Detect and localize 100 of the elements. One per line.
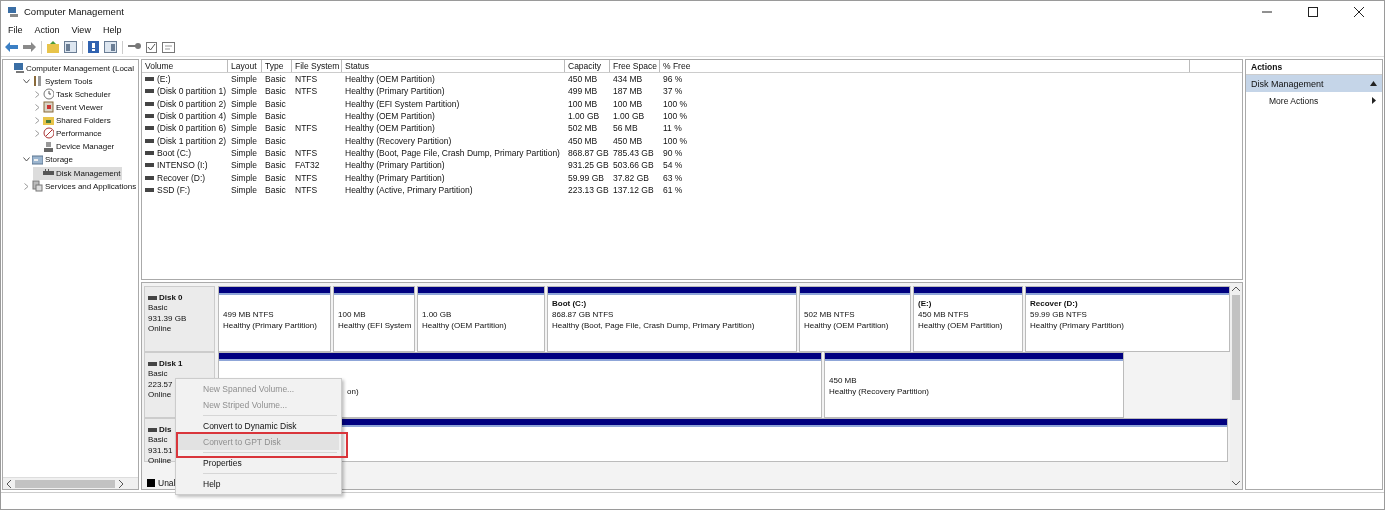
table-cell: 785.43 GB: [613, 147, 654, 158]
table-cell: Healthy (Primary Partition): [345, 86, 445, 97]
table-cell: Healthy (Primary Partition): [345, 172, 445, 183]
table-cell: Healthy (Boot, Page File, Crash Dump, Primary Partition): [345, 147, 560, 158]
partition-status: on): [347, 387, 359, 398]
partition-status: Healthy (EFI System: [338, 321, 412, 332]
disk-size: 931.51: [148, 445, 173, 457]
table-cell: 137.12 GB: [613, 184, 654, 195]
partition-status: Healthy (OEM Partition): [804, 321, 889, 332]
table-cell: Simple: [231, 172, 257, 183]
table-cell: Basic: [265, 135, 286, 146]
table-cell: Basic: [265, 98, 286, 109]
window-title: Computer Management: [24, 6, 124, 17]
table-cell: 187 MB: [613, 86, 643, 97]
disk-name: Disk 1: [159, 359, 183, 368]
table-cell: Healthy (OEM Partition): [345, 123, 435, 134]
table-cell: 100 %: [663, 111, 688, 122]
table-cell: Boot (C:): [157, 147, 191, 158]
table-cell: Healthy (Active, Primary Partition): [345, 184, 473, 195]
table-cell: 502 MB: [568, 123, 598, 134]
table-cell: Basic: [265, 111, 286, 122]
partition-size: 502 MB NTFS: [804, 310, 855, 321]
disk-type: Basic: [148, 435, 168, 446]
disk-name: Dis: [159, 425, 172, 434]
partition-size: 868.87 GB NTFS: [552, 310, 614, 321]
table-cell: (Disk 0 partition 4): [157, 111, 226, 122]
table-cell: 434 MB: [613, 74, 643, 85]
disk-name: Disk 0: [159, 293, 183, 302]
legend-label: Unal: [158, 478, 176, 488]
table-cell: 100 %: [663, 98, 688, 109]
partition-size: 450 MB: [829, 376, 857, 387]
table-cell: SSD (F:): [157, 184, 191, 195]
table-cell: Simple: [231, 86, 257, 97]
table-cell: (Disk 0 partition 1): [157, 86, 226, 97]
table-cell: Simple: [231, 184, 257, 195]
table-cell: Healthy (OEM Partition): [345, 111, 435, 122]
disk-type: Basic: [148, 303, 168, 314]
table-cell: 223.13 GB: [568, 184, 609, 195]
table-cell: 450 MB: [568, 135, 598, 146]
table-cell: 499 MB: [568, 86, 598, 97]
disk-size: 931.39 GB: [148, 313, 187, 325]
table-cell: Basic: [265, 74, 286, 85]
table-cell: Basic: [265, 147, 286, 158]
table-cell: Simple: [231, 111, 257, 122]
partition-status: Healthy (Recovery Partition): [829, 387, 930, 398]
partition-size: 59.99 GB NTFS: [1030, 310, 1087, 321]
partition-status: Healthy (OEM Partition): [918, 321, 1003, 332]
disk-status: Online: [148, 324, 172, 336]
table-cell: 11 %: [663, 123, 682, 134]
section-title: Disk Management: [1251, 78, 1324, 89]
table-cell: 96 %: [663, 74, 683, 85]
partition-title: (E:): [918, 299, 932, 310]
table-cell: Basic: [265, 184, 286, 195]
table-cell: 37.82 GB: [613, 172, 649, 183]
table-cell: 1.00 GB: [568, 111, 600, 122]
table-cell: NTFS: [295, 172, 318, 183]
table-cell: Basic: [265, 160, 286, 171]
table-cell: 931.25 GB: [568, 160, 609, 171]
disk-size: 223.57: [148, 379, 173, 391]
table-cell: 90 %: [663, 147, 683, 158]
table-cell: 61 %: [663, 184, 683, 195]
table-cell: 37 %: [663, 86, 683, 97]
table-cell: (Disk 0 partition 2): [157, 98, 226, 109]
table-cell: Simple: [231, 98, 257, 109]
partition-size: 100 MB: [338, 310, 366, 321]
partition-title: Boot (C:): [552, 299, 587, 310]
table-cell: (E:): [157, 74, 171, 85]
disk-status: Online: [148, 456, 172, 468]
table-cell: Healthy (Recovery Partition): [345, 135, 452, 146]
partition-status: Healthy (OEM Partition): [422, 321, 507, 332]
table-cell: Simple: [231, 147, 257, 158]
table-cell: Basic: [265, 123, 286, 134]
table-cell: INTENSO (I:): [157, 160, 208, 171]
table-cell: (Disk 0 partition 6): [157, 123, 226, 134]
table-cell: NTFS: [295, 147, 318, 158]
table-cell: 100 MB: [568, 98, 598, 109]
partition-status: Healthy (Boot, Page File, Crash Dump, Primary Partition): [552, 321, 755, 332]
table-cell: 56 MB: [613, 123, 638, 134]
table-cell: Basic: [265, 86, 286, 97]
table-cell: 63 %: [663, 172, 683, 183]
table-cell: Healthy (Primary Partition): [345, 160, 445, 171]
table-cell: 450 MB: [613, 135, 643, 146]
table-cell: 450 MB: [568, 74, 598, 85]
table-cell: FAT32: [295, 160, 320, 171]
table-cell: NTFS: [295, 123, 318, 134]
disk-status: Online: [148, 390, 172, 402]
partition-size: 1.00 GB: [422, 310, 452, 321]
table-cell: Simple: [231, 74, 257, 85]
table-cell: Healthy (OEM Partition): [345, 74, 435, 85]
table-cell: NTFS: [295, 184, 318, 195]
table-cell: 868.87 GB: [568, 147, 609, 158]
disk-type: Basic: [148, 369, 168, 380]
partition-status: Healthy (Primary Partition): [1030, 321, 1124, 332]
table-cell: (Disk 1 partition 2): [157, 135, 226, 146]
table-cell: 59.99 GB: [568, 172, 604, 183]
partition-size: 499 MB NTFS: [223, 310, 274, 321]
table-cell: 100 MB: [613, 98, 643, 109]
table-cell: NTFS: [295, 86, 318, 97]
table-cell: 100 %: [663, 135, 688, 146]
table-cell: NTFS: [295, 74, 318, 85]
